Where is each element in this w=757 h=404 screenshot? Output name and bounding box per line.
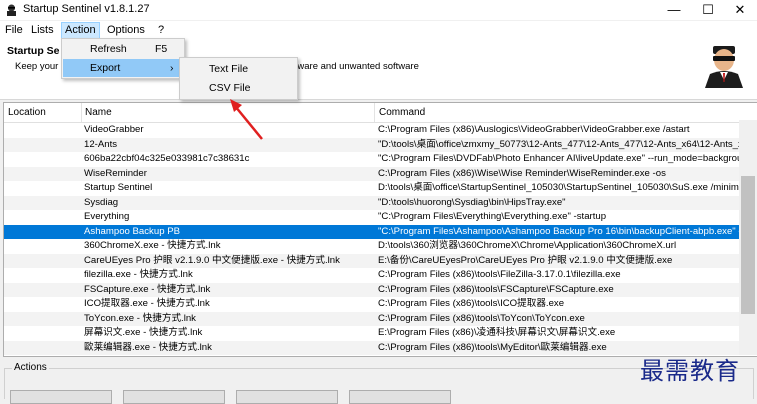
column-header-location[interactable]: Location	[4, 103, 82, 122]
header-subtitle-left: Keep your	[15, 61, 59, 72]
table-row[interactable]: Startup (User)屏幕识文.exe - 快捷方式.lnkE:\Prog…	[4, 326, 757, 341]
cell-command: E:\Program Files (x86)\凌通科技\屏幕识文\屏幕识文.ex…	[378, 327, 616, 338]
cell-name: Everything	[84, 211, 130, 222]
table-row[interactable]: HKLM:RunSysdiag"D:\tools\huorong\Sysdiag…	[4, 195, 757, 210]
cell-command: "C:\Program Files\DVDFab\Photo Enhancer …	[378, 153, 754, 164]
column-header-command[interactable]: Command	[375, 103, 757, 122]
submenu-arrow-icon: ›	[170, 62, 174, 74]
table-header: Location Name Command	[4, 103, 757, 123]
cell-command: "D:\tools\huorong\Sysdiag\bin\HipsTray.e…	[378, 196, 566, 208]
menu-item-export[interactable]: Export ›	[63, 59, 183, 77]
minimize-button[interactable]: —	[657, 0, 691, 20]
refresh-shortcut: F5	[155, 43, 168, 55]
export-label: Export	[90, 62, 121, 74]
table-row[interactable]: Startup (User)ToYcon.exe - 快捷方式.lnkC:\Pr…	[4, 311, 757, 326]
cell-command: D:\tools\360浏览器\360ChromeX\Chrome\Applic…	[378, 240, 677, 251]
cell-command: "C:\Program Files\Everything\Everything.…	[378, 211, 607, 222]
cell-command: D:\tools\桌面\office\StartupSentinel_10503…	[378, 182, 752, 193]
title-bar: Startup Sentinel v1.8.1.27 — ☐ ✕	[0, 0, 757, 20]
header-title: Startup Se	[7, 45, 60, 57]
menu-bar: File Lists Action Options ?	[0, 21, 757, 39]
table-row[interactable]: Startup (User)CareUEyes Pro 护眼 v2.1.9.0 …	[4, 253, 757, 268]
app-icon	[7, 4, 16, 16]
table-row[interactable]: HKLM:RunAshampoo Backup PB"C:\Program Fi…	[4, 224, 757, 239]
table-row[interactable]: Startup (User)FSCapture.exe - 快捷方式.lnkC:…	[4, 282, 757, 297]
action-button-2[interactable]	[123, 390, 225, 404]
maximize-button[interactable]: ☐	[691, 0, 725, 20]
action-button-3[interactable]	[236, 390, 338, 404]
cell-name: CareUEyes Pro 护眼 v2.1.9.0 中文便捷版.exe - 快捷…	[84, 254, 340, 266]
cell-name: Ashampoo Backup PB	[84, 225, 180, 237]
menu-lists[interactable]: Lists	[28, 23, 57, 38]
window-title: Startup Sentinel v1.8.1.27	[23, 3, 150, 15]
menu-action[interactable]: Action	[61, 22, 100, 39]
header-subtitle-right: alware and unwanted software	[290, 61, 419, 72]
cell-command: C:\Program Files (x86)\tools\ICO提取器.exe	[378, 298, 565, 309]
menu-item-text-file[interactable]: Text File	[181, 60, 296, 78]
menu-options[interactable]: Options	[104, 23, 148, 38]
menu-help[interactable]: ?	[155, 23, 167, 38]
cell-name: ICO提取器.exe - 快捷方式.lnk	[84, 298, 210, 309]
cell-command: C:\Program Files (x86)\tools\FileZilla-3…	[378, 269, 621, 280]
cell-name: FSCapture.exe - 快捷方式.lnk	[84, 283, 211, 295]
cell-command: "C:\Program Files\Ashampoo\Ashampoo Back…	[378, 225, 753, 237]
table-row[interactable]: HKCU:RunVideoGrabberC:\Program Files (x8…	[4, 123, 757, 138]
cell-name: Sysdiag	[84, 196, 119, 208]
table-row[interactable]: HKCU:Run12-Ants"D:\tools\桌面\office\zmxmy…	[4, 137, 757, 152]
startup-entries-table: Location Name Command HKCU:RunVideoGrabb…	[3, 102, 757, 357]
text-file-label: Text File	[209, 63, 249, 75]
refresh-label: Refresh	[90, 43, 127, 55]
action-button-1[interactable]	[10, 390, 112, 404]
actions-label: Actions	[12, 362, 49, 373]
cell-name: ToYcon.exe - 快捷方式.lnk	[84, 312, 196, 324]
cell-command: E:\备份\CareUEyesPro\CareUEyes Pro 护眼 v2.1…	[378, 254, 673, 266]
table-row[interactable]: HKCU:RunStartup SentinelD:\tools\桌面\offi…	[4, 181, 757, 196]
table-row[interactable]: HKCU:Run606ba22cbf04c325e033981c7c38631c…	[4, 152, 757, 167]
cell-command: "D:\tools\桌面\office\zmxmy_50773\12-Ants_…	[378, 138, 749, 150]
table-row[interactable]: HKCU:RunWiseReminderC:\Program Files (x8…	[4, 166, 757, 181]
watermark-text: 最需教育	[640, 357, 740, 385]
cell-command: C:\Program Files (x86)\Wise\Wise Reminde…	[378, 167, 666, 179]
action-button-4[interactable]	[349, 390, 451, 404]
annotation-arrow-icon	[230, 99, 263, 140]
table-row[interactable]: Startup (User)ICO提取器.exe - 快捷方式.lnkC:\Pr…	[4, 297, 757, 312]
cell-name: 606ba22cbf04c325e033981c7c38631c	[84, 153, 250, 164]
cell-name: 360ChromeX.exe - 快捷方式.lnk	[84, 240, 221, 251]
menu-item-refresh[interactable]: Refresh F5	[63, 40, 183, 58]
table-row[interactable]: HKLM:RunEverything"C:\Program Files\Ever…	[4, 210, 757, 225]
table-row[interactable]: Startup (User)filezilla.exe - 快捷方式.lnkC:…	[4, 268, 757, 283]
cell-name: WiseReminder	[84, 167, 147, 179]
cell-name: filezilla.exe - 快捷方式.lnk	[84, 269, 193, 280]
cell-command: C:\Program Files (x86)\Auslogics\VideoGr…	[378, 124, 690, 135]
cell-command: C:\Program Files (x86)\tools\FSCapture\F…	[378, 283, 614, 295]
cell-name: 屏幕识文.exe - 快捷方式.lnk	[84, 327, 203, 338]
export-submenu: Text File CSV File	[179, 57, 298, 100]
cell-command: C:\Program Files (x86)\tools\ToYcon\ToYc…	[378, 312, 585, 324]
cell-name: Startup Sentinel	[84, 182, 153, 193]
action-menu: Refresh F5 Export ›	[61, 38, 185, 79]
table-row[interactable]: Startup (User)360ChromeX.exe - 快捷方式.lnkD…	[4, 239, 757, 254]
cell-name: 歐莱编辑器.exe - 快捷方式.lnk	[84, 341, 212, 353]
menu-file[interactable]: File	[2, 23, 26, 38]
close-button[interactable]: ✕	[723, 0, 757, 20]
scrollbar-thumb[interactable]	[741, 176, 755, 314]
sentinel-mascot-icon	[705, 46, 743, 88]
